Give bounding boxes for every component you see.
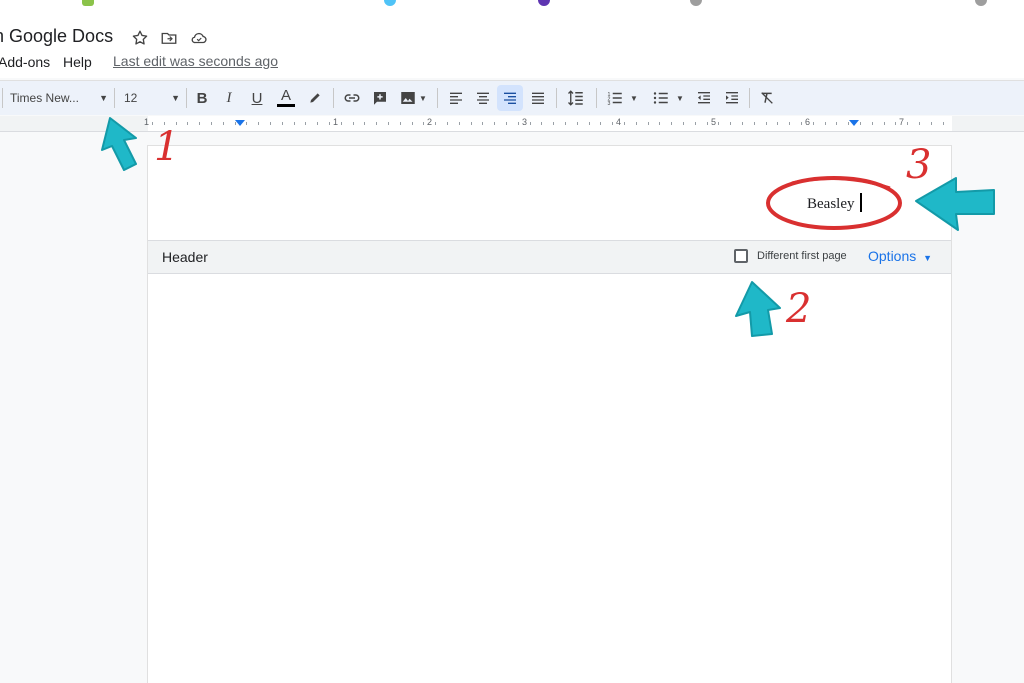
annotation-number: 3: [906, 142, 931, 188]
annotation-overlay: 1 3 2: [101, 117, 995, 337]
annotation-arrow-icon: [101, 117, 137, 171]
annotation-number: 2: [785, 286, 811, 332]
annotation-circle: [791, 177, 891, 190]
annotation-arrow-icon: [735, 281, 781, 337]
annotation-number: 1: [154, 124, 179, 170]
